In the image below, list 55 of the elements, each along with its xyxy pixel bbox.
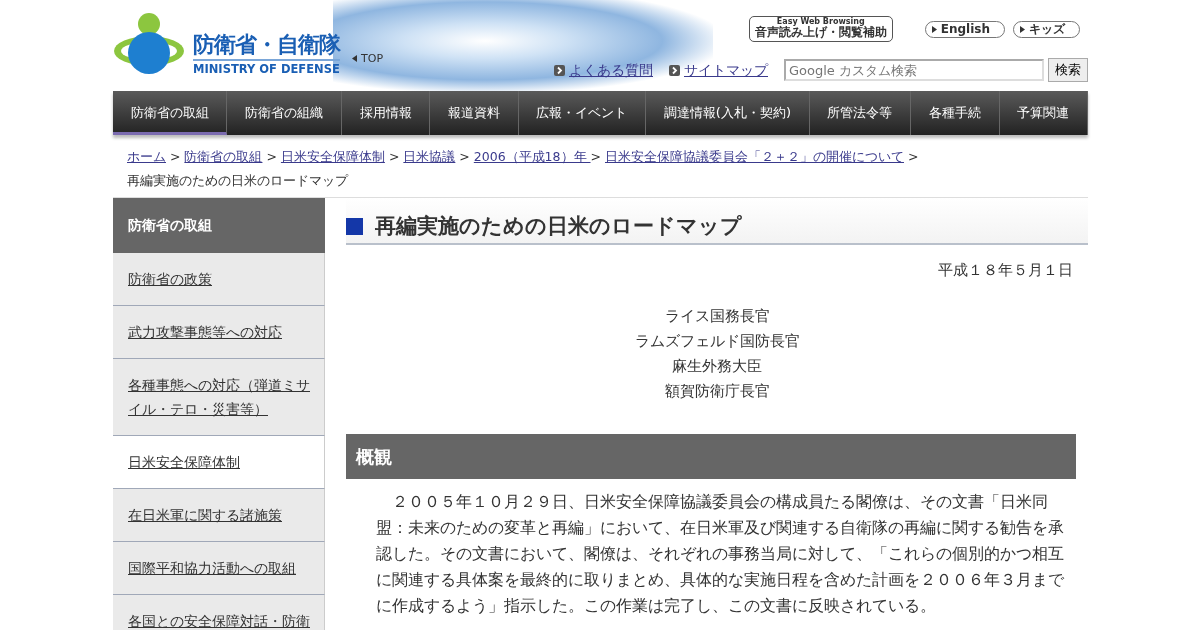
sidebar-item[interactable]: 日米安全保障体制	[113, 436, 325, 489]
breadcrumb-link[interactable]: 日米安全保障体制	[280, 149, 385, 164]
nav-tab[interactable]: 防衛省の取組	[113, 91, 228, 135]
breadcrumb-separator: >	[590, 149, 601, 164]
nav-tab[interactable]: 各種手続	[911, 91, 1000, 135]
sidebar-item[interactable]: 各国との安全保障対話・防衛	[113, 595, 325, 630]
nav-tab[interactable]: 報道資料	[430, 91, 519, 135]
breadcrumb-current: 再編実施のための日米のロードマップ	[127, 172, 348, 190]
breadcrumb-link[interactable]: 日米協議	[403, 149, 456, 164]
search-button[interactable]: 検索	[1048, 58, 1088, 83]
sidebar-item[interactable]: 武力攻撃事態等への対応	[113, 306, 325, 359]
sidebar-item[interactable]: 国際平和協力活動への取組	[113, 542, 325, 595]
sidebar-heading: 防衛省の取組	[113, 198, 325, 253]
signatory-text: 麻生外務大臣	[672, 356, 762, 375]
nav-tab[interactable]: 広報・イベント	[518, 91, 647, 135]
sidebar-item[interactable]: 各種事態への対応（弾道ミサイル・テロ・災害等）	[113, 359, 325, 436]
triangle-icon	[1020, 25, 1025, 33]
paragraph-text: ２００５年１０月２９日、日米安全保障協議委員会の構成員たる閣僚は、その文書「日米同盟：未来のための変革と再編」において、在日米軍及び関連する自衛隊の再編に関する勧告を承認した。その文書において、閣僚は、それぞれの事務当局に対して、「これらの個別的かつ相互に関連する具体案を最終的に取りまとめ、具体的な実施日程を含めた計画を２００６年３月までに作成するよう」指示した。この作業は完了し、この文書に反映されている。	[375, 491, 1065, 617]
breadcrumb-separator: >	[907, 149, 919, 164]
signatory-text: 額賀防衛庁長官	[664, 381, 770, 400]
search-field[interactable]: Google カスタム検索	[784, 59, 1044, 82]
breadcrumb-link[interactable]: 防衛省の取組	[184, 149, 263, 164]
top-link[interactable]: TOP	[352, 50, 383, 67]
date-text: 平成１８年５月１日	[937, 260, 1074, 282]
arrow-icon	[554, 64, 565, 76]
square-icon	[346, 218, 363, 236]
logo-title[interactable]: 防衛省・自衛隊	[193, 33, 340, 61]
nav-tab[interactable]: 調達情報(入札・契約)	[646, 91, 810, 135]
breadcrumb-separator: >	[459, 149, 470, 164]
logo-icon[interactable]	[113, 11, 185, 75]
arrow-icon	[669, 64, 680, 76]
breadcrumb-separator: >	[388, 149, 400, 164]
nav-tab[interactable]: 採用情報	[341, 91, 431, 135]
breadcrumb-link[interactable]: 2006（平成18）年	[473, 149, 591, 164]
accessibility-button[interactable]: Easy Web Browsing 音声読み上げ・閲覧補助	[748, 16, 893, 43]
header-link[interactable]: よくある質問	[569, 59, 653, 81]
signatory-text: ライス国務長官	[664, 306, 770, 325]
header-link[interactable]: サイトマップ	[684, 59, 768, 81]
nav-tab[interactable]: 防衛省の組織	[227, 91, 342, 135]
triangle-icon	[352, 55, 357, 62]
logo-subtitle[interactable]: MINISTRY OF DEFENSE	[193, 63, 340, 75]
language-button[interactable]: English	[924, 20, 1005, 38]
breadcrumb-link[interactable]: ホーム	[127, 149, 166, 164]
breadcrumb-separator: >	[170, 149, 181, 164]
nav-tab[interactable]: 予算関連	[999, 91, 1088, 135]
section-heading: 概観	[346, 433, 1076, 479]
language-button[interactable]: キッズ	[1013, 20, 1080, 38]
breadcrumb-link[interactable]: 日米安全保障協議委員会「２＋２」の開催について	[605, 149, 904, 164]
page-title: 再編実施のための日米のロードマップ	[375, 214, 742, 240]
breadcrumb-separator: >	[266, 149, 277, 164]
nav-tab[interactable]: 所管法令等	[809, 91, 912, 135]
signatory-text: ラムズフェルド国防長官	[634, 331, 800, 350]
sidebar-item[interactable]: 防衛省の政策	[113, 253, 325, 306]
triangle-icon	[931, 25, 937, 33]
sidebar-item[interactable]: 在日米軍に関する諸施策	[113, 489, 325, 542]
